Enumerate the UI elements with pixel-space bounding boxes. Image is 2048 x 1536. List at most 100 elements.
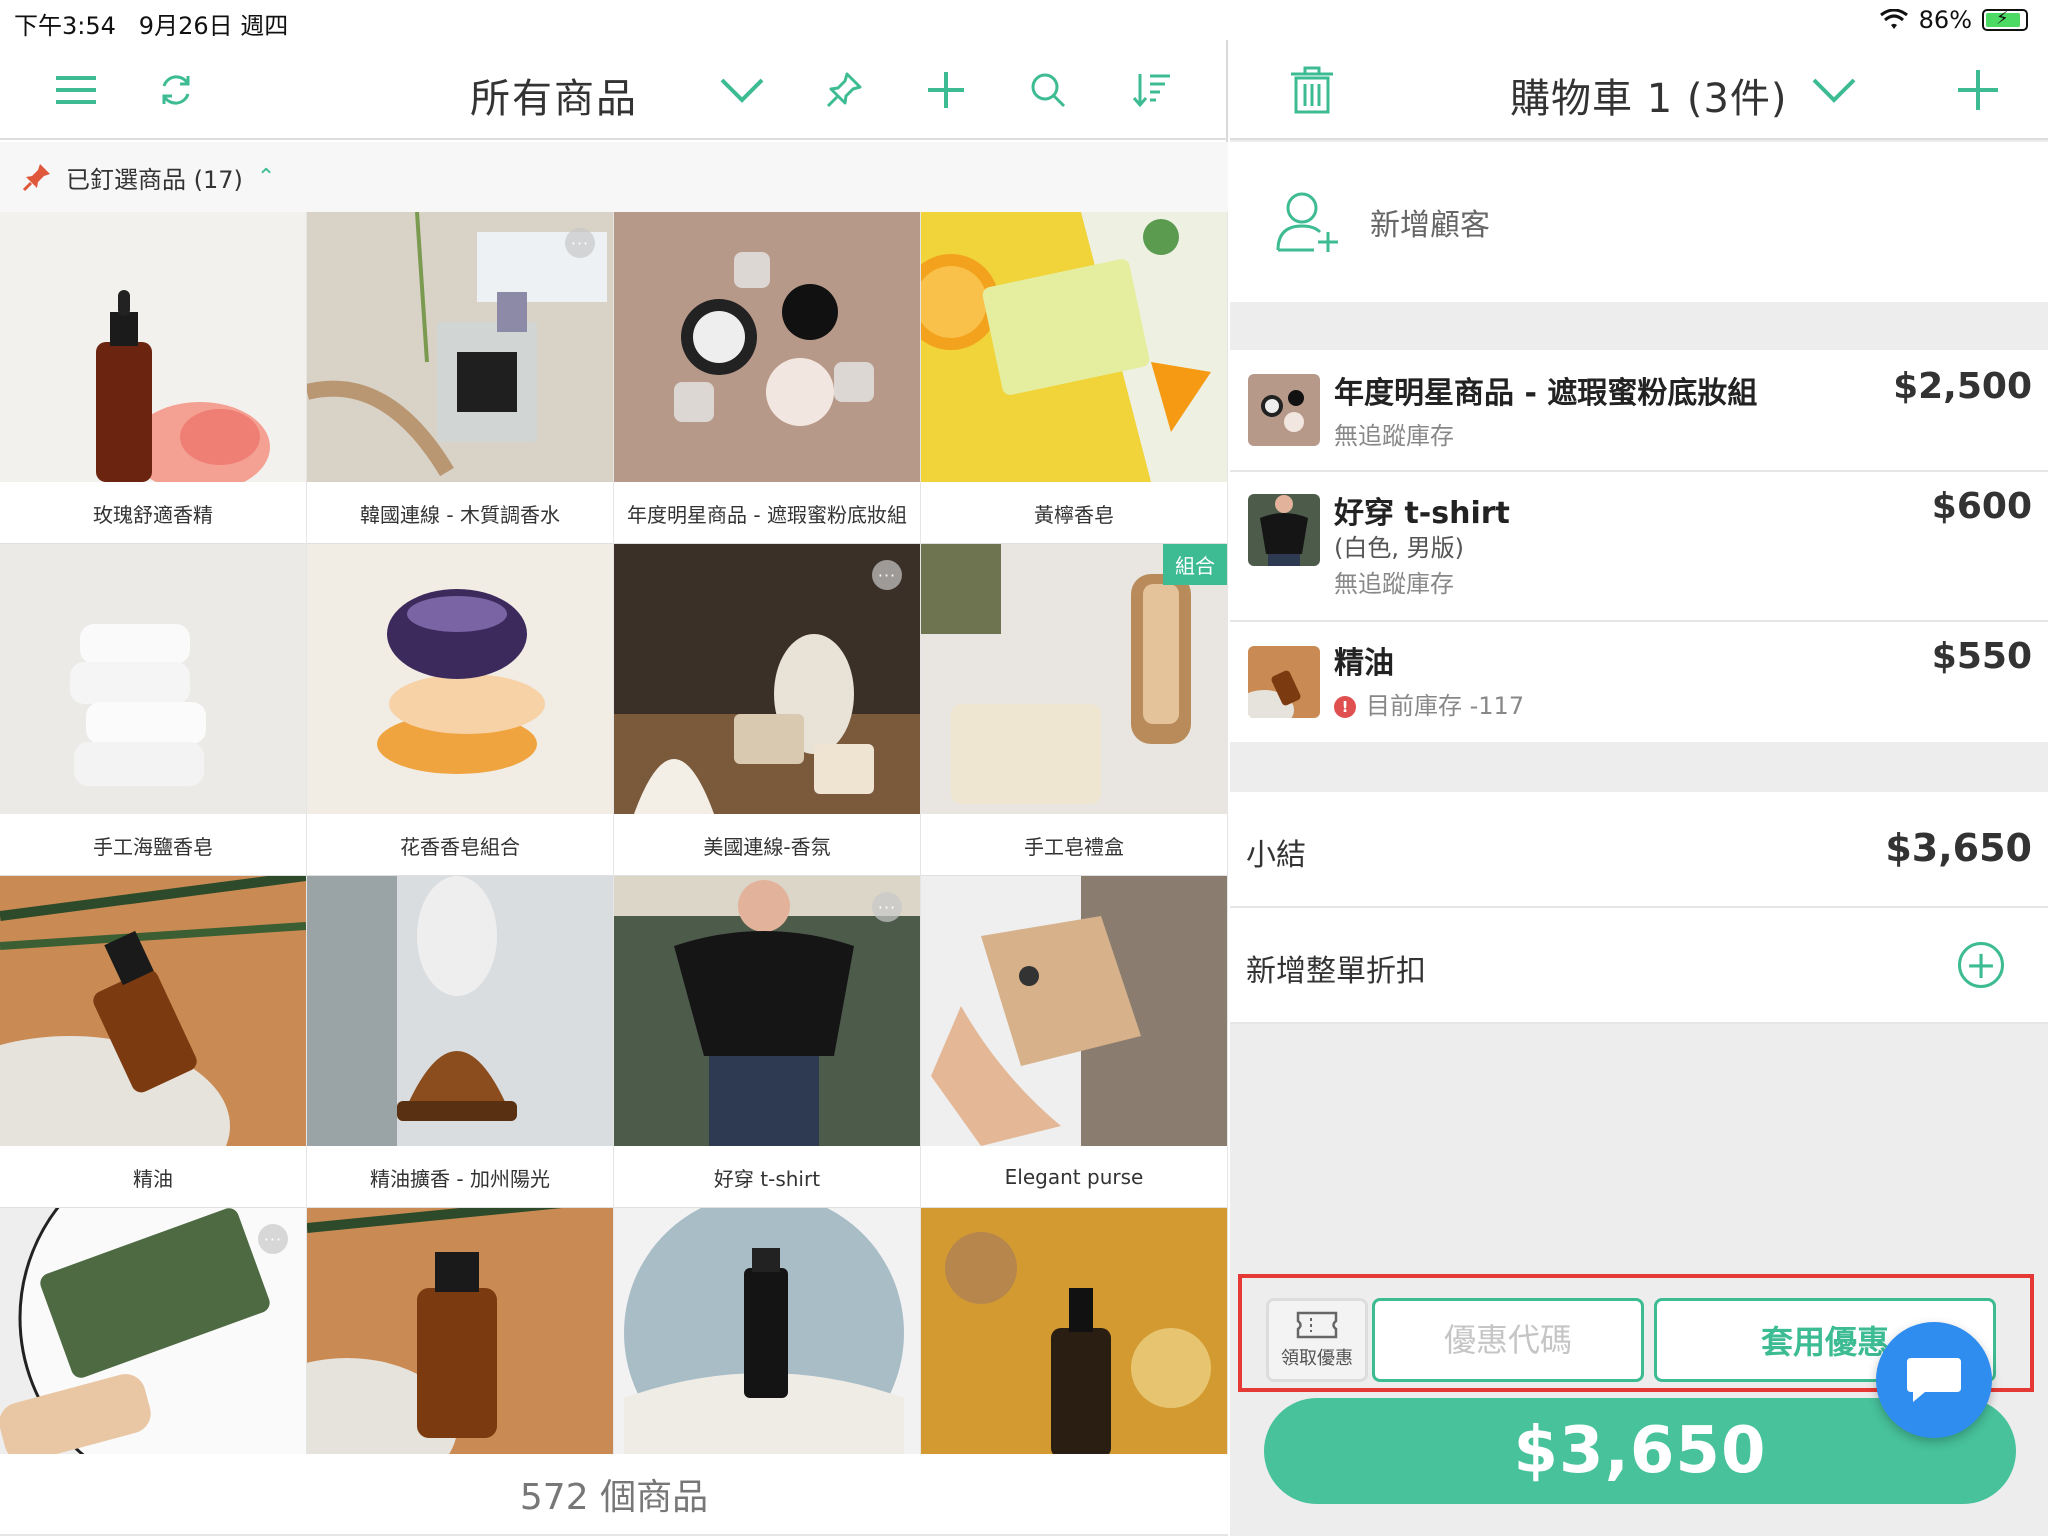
cart-item-thumbnail [1248, 646, 1320, 718]
product-name: 美國連線-香氛 [614, 814, 920, 875]
bundle-badge: 組合 [1163, 544, 1227, 585]
battery-icon: ⚡ [1982, 8, 2028, 31]
product-name: 精油 [0, 1146, 306, 1207]
cart-toolbar: 購物車 1 (3件) [1230, 40, 2048, 140]
plus-icon [928, 72, 964, 108]
add-customer-label: 新增顧客 [1370, 208, 1490, 243]
product-name: 精油擴香 - 加州陽光 [307, 1146, 613, 1207]
chat-button[interactable] [1876, 1322, 1992, 1438]
product-tile[interactable] [614, 1208, 920, 1458]
product-tile[interactable]: 黃檸香皂 [921, 212, 1227, 544]
product-name: 好穿 t-shirt [614, 1146, 920, 1207]
product-tile[interactable]: 組合 手工皂禮盒 [921, 544, 1227, 876]
cart-item-price: $2,500 [1893, 366, 2032, 407]
product-name: Elegant purse [921, 1146, 1227, 1207]
cart-items: 年度明星商品 - 遮瑕蜜粉底妝組 無追蹤庫存 $2,500 好穿 t-shirt… [1230, 350, 2048, 742]
add-product-button[interactable] [918, 62, 974, 118]
product-grid: 玫瑰舒適香精 ··· 韓國連線 - 木質調香水 年度明星商品 - 遮瑕蜜粉底妝組… [0, 212, 1228, 1536]
clear-cart-button[interactable] [1284, 62, 1340, 118]
product-tile[interactable] [307, 1208, 613, 1458]
product-image [307, 876, 613, 1146]
battery-percent: 86% [1918, 6, 1972, 34]
status-date: 9月26日 週四 [138, 12, 289, 40]
product-tile[interactable]: 花香香皂組合 [307, 544, 613, 876]
warning-icon: ! [1334, 696, 1356, 718]
product-count: 572 個商品 [0, 1454, 1228, 1534]
product-tile[interactable]: ··· [0, 1208, 306, 1458]
more-options-icon[interactable]: ··· [872, 892, 902, 922]
product-tile[interactable]: ··· 好穿 t-shirt [614, 876, 920, 1208]
cart-item-stock: 目前庫存 -117 [1366, 692, 1525, 720]
sort-icon [1132, 74, 1170, 108]
product-tile[interactable]: 玫瑰舒適香精 [0, 212, 306, 544]
products-toolbar: 所有商品 [0, 40, 1228, 140]
cart-item-stock-row: ! 目前庫存 -117 [1334, 686, 1524, 721]
product-tile[interactable]: 手工海鹽香皂 [0, 544, 306, 876]
pinned-label: 已釘選商品 (17) [66, 165, 243, 194]
product-image [614, 1208, 920, 1457]
more-options-icon[interactable]: ··· [872, 560, 902, 590]
pinned-products-header[interactable]: 已釘選商品 (17) ⌃ [0, 142, 1228, 212]
cart-item-title: 好穿 t-shirt [1334, 496, 1510, 531]
products-panel: 所有商品 已釘選商品 (17) ⌃ 玫瑰舒適香精 ··· 韓國連線 - 木質調香… [0, 40, 1228, 1536]
coupon-code-input[interactable] [1372, 1298, 1644, 1382]
cart-item-price: $550 [1931, 636, 2032, 677]
claim-coupon-button[interactable]: 領取優惠 [1266, 1298, 1368, 1382]
product-image [0, 212, 306, 482]
more-options-icon[interactable]: ··· [258, 1224, 288, 1254]
products-title[interactable]: 所有商品 [470, 66, 638, 124]
add-discount-row[interactable]: 新增整單折扣 + [1230, 908, 2048, 1024]
add-customer-row[interactable]: 新增顧客 [1230, 142, 2048, 302]
pin-icon [826, 72, 862, 108]
product-image [307, 212, 613, 482]
hamburger-icon [56, 76, 96, 104]
claim-coupon-label: 領取優惠 [1281, 1348, 1353, 1369]
cart-item-stock: 無追蹤庫存 [1334, 422, 1454, 450]
more-options-icon[interactable]: ··· [565, 228, 595, 258]
product-name: 玫瑰舒適香精 [0, 482, 306, 543]
add-discount-icon[interactable]: + [1958, 942, 2004, 988]
chat-icon [1907, 1358, 1961, 1402]
menu-button[interactable] [48, 62, 104, 118]
product-tile[interactable]: 精油擴香 - 加州陽光 [307, 876, 613, 1208]
cart-line-item[interactable]: 年度明星商品 - 遮瑕蜜粉底妝組 無追蹤庫存 $2,500 [1230, 350, 2048, 472]
refresh-button[interactable] [148, 62, 204, 118]
pin-button[interactable] [816, 62, 872, 118]
chevron-up-icon[interactable]: ⌃ [257, 165, 275, 190]
product-image [921, 1208, 1227, 1457]
product-image [921, 212, 1227, 482]
product-tile[interactable]: ··· 美國連線-香氛 [614, 544, 920, 876]
cart-title[interactable]: 購物車 1 (3件) [1510, 66, 1788, 124]
pin-filled-icon [22, 164, 50, 192]
subtotal-row: 小結 $3,650 [1230, 792, 2048, 908]
product-name: 花香香皂組合 [307, 814, 613, 875]
cart-item-stock: 無追蹤庫存 [1334, 570, 1454, 598]
cart-dropdown-button[interactable] [1806, 62, 1862, 118]
add-discount-label: 新增整單折扣 [1246, 954, 1426, 989]
status-right: 86% ⚡ [1879, 6, 2028, 34]
product-tile[interactable]: ··· 韓國連線 - 木質調香水 [307, 212, 613, 544]
search-icon [1031, 73, 1066, 108]
product-image [921, 876, 1227, 1146]
subtotal-value: $3,650 [1885, 826, 2032, 870]
product-tile[interactable]: 年度明星商品 - 遮瑕蜜粉底妝組 [614, 212, 920, 544]
product-image [307, 544, 613, 814]
cart-item-title: 年度明星商品 - 遮瑕蜜粉底妝組 [1334, 376, 1758, 411]
cart-item-title: 精油 [1334, 646, 1394, 681]
search-button[interactable] [1020, 62, 1076, 118]
sort-button[interactable] [1124, 62, 1180, 118]
product-tile[interactable]: 精油 [0, 876, 306, 1208]
plus-icon [1958, 70, 1998, 110]
product-image [0, 876, 306, 1146]
add-cart-button[interactable] [1950, 62, 2006, 118]
cart-line-item[interactable]: 精油 ! 目前庫存 -117 $550 [1230, 622, 2048, 742]
product-tile[interactable]: Elegant purse [921, 876, 1227, 1208]
cart-line-item[interactable]: 好穿 t-shirt (白色, 男版) 無追蹤庫存 $600 [1230, 472, 2048, 622]
product-tile[interactable] [921, 1208, 1227, 1458]
add-user-icon [1276, 192, 1338, 252]
cart-summary: 小結 $3,650 新增整單折扣 + [1230, 792, 2048, 1024]
subtotal-label: 小結 [1246, 838, 1306, 873]
cart-item-price: $600 [1931, 486, 2032, 527]
category-dropdown-button[interactable] [714, 62, 770, 118]
trash-icon [1291, 66, 1333, 114]
